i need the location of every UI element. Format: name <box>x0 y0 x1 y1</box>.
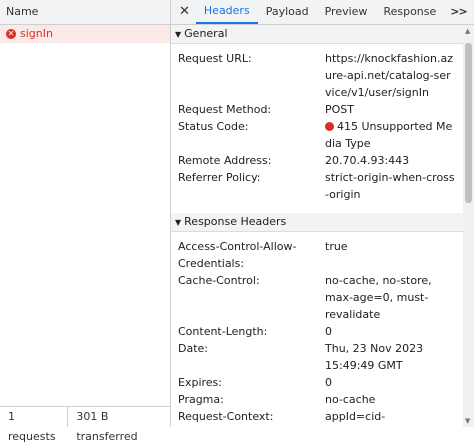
vertical-scrollbar[interactable]: ▲ ▼ <box>463 25 474 427</box>
request-details-panel: ✕ Headers Payload Preview Response >> ▼ G… <box>171 0 474 427</box>
scroll-up-icon[interactable]: ▲ <box>465 27 470 35</box>
acac-value: true <box>325 240 348 253</box>
content-length-key: Content-Length: <box>178 325 268 338</box>
request-method-value: POST <box>325 103 354 116</box>
remote-address-key: Remote Address: <box>178 154 272 167</box>
header-row: Request URL: https://knockfashion.azure-… <box>171 50 463 101</box>
status-code-key: Status Code: <box>178 120 249 133</box>
expires-key: Expires: <box>178 376 222 389</box>
request-context-key: Request-Context: <box>178 410 274 423</box>
transferred-size: 301 B transferred <box>76 410 138 443</box>
more-tabs-icon[interactable]: >> <box>444 0 472 24</box>
pragma-value: no-cache <box>325 393 376 406</box>
status-error-icon <box>325 122 334 131</box>
tab-preview[interactable]: Preview <box>317 0 376 24</box>
tab-response[interactable]: Response <box>375 0 444 24</box>
pragma-key: Pragma: <box>178 393 224 406</box>
cache-control-key: Cache-Control: <box>178 274 260 287</box>
date-value: Thu, 23 Nov 2023 15:49:49 GMT <box>325 342 424 372</box>
tab-payload[interactable]: Payload <box>258 0 317 24</box>
collapse-triangle-icon: ▼ <box>175 30 182 39</box>
status-code-text: 415 Unsupported Media Type <box>325 120 453 150</box>
header-row: Remote Address: 20.70.4.93:443 <box>171 152 463 169</box>
request-row-signin[interactable]: ✕ signIn <box>0 25 170 43</box>
scrollbar-thumb[interactable] <box>465 43 472 203</box>
header-row: Access-Control-Allow-Credentials: true <box>171 238 463 272</box>
name-column-header[interactable]: Name <box>0 0 170 25</box>
referrer-policy-key: Referrer Policy: <box>178 171 261 184</box>
requests-count: 1 requests <box>0 407 69 443</box>
error-icon: ✕ <box>6 29 16 39</box>
general-section-header[interactable]: ▼ General <box>171 25 463 44</box>
expires-value: 0 <box>325 376 332 389</box>
header-row: Pragma: no-cache <box>171 391 463 408</box>
response-headers-section: Access-Control-Allow-Credentials: true C… <box>171 232 463 427</box>
status-bar: 1 requests 301 B transferred <box>0 406 170 443</box>
referrer-policy-value: strict-origin-when-cross-origin <box>325 171 455 201</box>
response-headers-section-header[interactable]: ▼ Response Headers <box>171 213 463 232</box>
details-tabbar: ✕ Headers Payload Preview Response >> <box>171 0 474 25</box>
header-row: Referrer Policy: strict-origin-when-cros… <box>171 169 463 203</box>
response-headers-title: Response Headers <box>184 215 287 228</box>
collapse-triangle-icon: ▼ <box>175 218 182 227</box>
headers-content: ▼ General Request URL: https://knockfashi… <box>171 25 463 427</box>
general-section: Request URL: https://knockfashion.azure-… <box>171 44 463 213</box>
cache-control-value: no-cache, no-store, max-age=0, must-reva… <box>325 274 432 321</box>
request-method-key: Request Method: <box>178 103 272 116</box>
header-row: Request-Context: appId=cid- <box>171 408 463 425</box>
remote-address-value: 20.70.4.93:443 <box>325 154 410 167</box>
date-key: Date: <box>178 342 208 355</box>
header-row: Date: Thu, 23 Nov 2023 15:49:49 GMT <box>171 340 463 374</box>
scroll-down-icon[interactable]: ▼ <box>465 417 470 425</box>
status-code-value: 415 Unsupported Media Type <box>325 118 457 152</box>
header-row: Request Method: POST <box>171 101 463 118</box>
general-title: General <box>184 27 228 40</box>
content-length-value: 0 <box>325 325 332 338</box>
request-url-key: Request URL: <box>178 52 252 65</box>
request-url-value: https://knockfashion.azure-api.net/catal… <box>325 52 454 99</box>
request-list-panel: Name ✕ signIn 1 requests 301 B transferr… <box>0 0 171 443</box>
request-context-value: appId=cid- <box>325 410 386 423</box>
header-row: Content-Length: 0 <box>171 323 463 340</box>
acac-key: Access-Control-Allow-Credentials: <box>178 240 297 270</box>
header-row: Cache-Control: no-cache, no-store, max-a… <box>171 272 463 323</box>
header-row: Status Code: 415 Unsupported Media Type <box>171 118 463 152</box>
request-name: signIn <box>20 27 53 40</box>
header-row: Expires: 0 <box>171 374 463 391</box>
tab-headers[interactable]: Headers <box>195 0 258 24</box>
close-icon[interactable]: ✕ <box>171 0 196 24</box>
